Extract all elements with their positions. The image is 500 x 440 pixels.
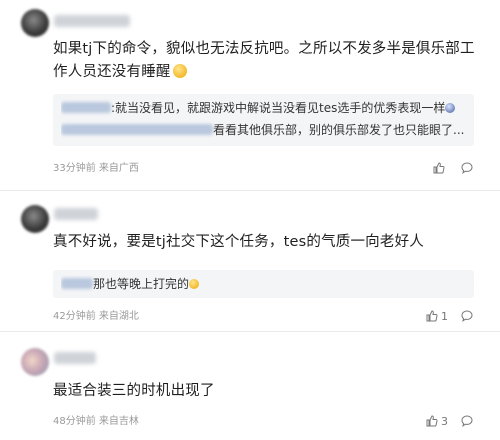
reply-button[interactable] <box>460 161 474 175</box>
comment-text: 如果tj下的命令，貌似也无法反抗吧。之所以不发多半是俱乐部工作人员还没有睡醒 <box>53 41 475 80</box>
avatar[interactable] <box>21 205 49 233</box>
like-button[interactable]: 1 <box>425 309 448 323</box>
reply-username-blurred[interactable] <box>61 102 111 113</box>
thumb-up-icon <box>426 415 438 427</box>
reply-box[interactable]: :就当没看见，就跟游戏中解说当没看见tes选手的优秀表现一样 看看其他俱乐部，别… <box>53 94 474 146</box>
reply-button[interactable] <box>460 414 474 428</box>
comment-bubble-icon <box>461 162 473 174</box>
reply-item[interactable]: 那也等晚上打完的 <box>61 274 466 294</box>
comment-item: 真不好说，要是tj社交下这个任务，tes的气质一向老好人 那也等晚上打完的 42… <box>0 191 500 331</box>
comment-bubble-icon <box>461 310 473 322</box>
comment-list: 如果tj下的命令，貌似也无法反抗吧。之所以不发多半是俱乐部工作人员还没有睡醒 :… <box>0 0 500 440</box>
reply-item[interactable]: :就当没看见，就跟游戏中解说当没看见tes选手的优秀表现一样 <box>61 98 466 118</box>
like-button[interactable]: 3 <box>425 414 448 428</box>
comment-text: 最适合装三的时机出现了 <box>53 383 215 399</box>
username-blurred[interactable] <box>54 208 98 220</box>
username-blurred[interactable] <box>54 15 130 27</box>
emoji-icon <box>445 103 456 113</box>
comment-text: 真不好说，要是tj社交下这个任务，tes的气质一向老好人 <box>53 234 424 250</box>
reply-username-blurred[interactable] <box>61 124 213 135</box>
like-count: 1 <box>441 309 448 323</box>
comment-bubble-icon <box>461 415 473 427</box>
comment-meta: 33分钟前 来自广西 <box>53 163 139 174</box>
comment-meta: 42分钟前 来自湖北 <box>53 311 139 322</box>
grin-emoji-icon <box>172 64 187 78</box>
username-blurred[interactable] <box>54 352 96 364</box>
comment-actions <box>432 161 474 175</box>
avatar[interactable] <box>21 348 49 376</box>
reply-username-blurred[interactable] <box>61 278 93 289</box>
comment-actions: 1 <box>425 309 474 323</box>
like-button[interactable] <box>432 161 448 175</box>
thumb-up-icon <box>433 162 445 174</box>
reply-box[interactable]: 那也等晚上打完的 <box>53 270 474 298</box>
comment-item: 最适合装三的时机出现了 48分钟前 来自吉林 3 <box>0 332 500 440</box>
comment-item: 如果tj下的命令，貌似也无法反抗吧。之所以不发多半是俱乐部工作人员还没有睡醒 :… <box>0 0 500 190</box>
comment-meta: 48分钟前 来自吉林 <box>53 416 139 427</box>
avatar[interactable] <box>21 9 49 37</box>
reply-button[interactable] <box>460 309 474 323</box>
comment-actions: 3 <box>425 414 474 428</box>
reply-item[interactable]: 看看其他俱乐部，别的俱乐部发了也只能眼了... <box>61 120 466 140</box>
thumb-up-icon <box>426 310 438 322</box>
grin-emoji-icon <box>189 279 200 289</box>
like-count: 3 <box>441 414 448 428</box>
